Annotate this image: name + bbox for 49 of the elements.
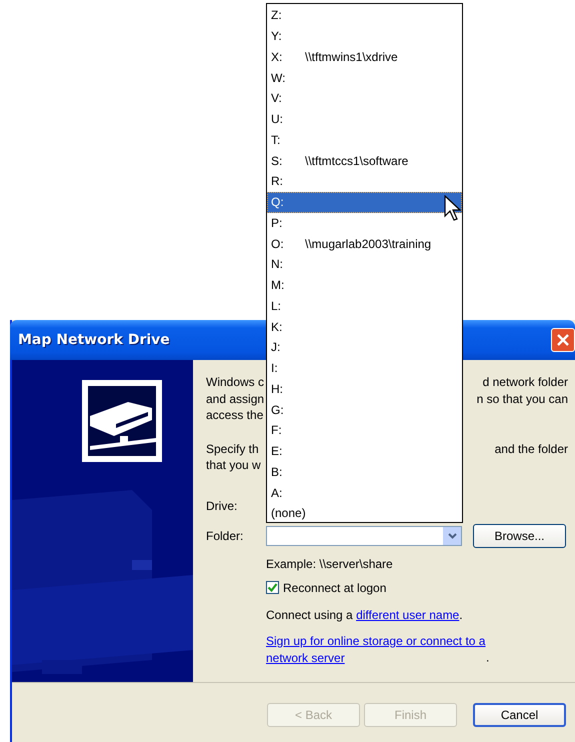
drive-option[interactable]: N: (267, 254, 462, 275)
instruction-text: that you w (206, 457, 261, 474)
drive-option[interactable]: Z: (267, 5, 462, 26)
instruction-text: n so that you can (476, 390, 568, 407)
folder-field[interactable] (266, 526, 462, 546)
example-text: Example: \\server\share (266, 556, 394, 570)
reconnect-label[interactable]: Reconnect at logon (283, 580, 386, 594)
instruction-text: Windows c (206, 374, 264, 390)
drive-option[interactable]: G: (267, 399, 462, 420)
close-button[interactable] (551, 328, 575, 352)
drive-option[interactable]: W: (267, 67, 462, 88)
instruction-text: d network folder (482, 374, 568, 390)
connect-using-text: Connect using a different user name. (266, 606, 464, 623)
drive-option[interactable]: R: (267, 171, 462, 192)
wizard-button[interactable]: Cancel (473, 703, 566, 727)
drive-option[interactable]: F: (267, 420, 462, 441)
drive-option[interactable]: S: \\tftmtccs1\software (267, 150, 462, 171)
window-title: Map Network Drive (18, 332, 170, 348)
instruction-text: Specify th (206, 440, 259, 457)
reconnect-checkbox[interactable] (266, 581, 279, 594)
close-icon (556, 333, 570, 347)
signup-text: Sign up for online storage or connect to a network server . (266, 633, 490, 666)
browse-button[interactable]: Browse... (473, 524, 566, 548)
drive-option[interactable]: Y: (267, 26, 462, 46)
network-drive-icon (82, 380, 162, 462)
drive-option[interactable]: M: (267, 274, 462, 296)
drive-option[interactable]: (none) (267, 503, 462, 524)
instruction-text: access the (206, 407, 264, 424)
drive-option[interactable]: J: (267, 337, 462, 358)
user-name-link[interactable]: different user name (356, 608, 460, 622)
drive-option[interactable]: Q: (267, 192, 462, 212)
drive-option[interactable]: P: (267, 212, 462, 234)
drive-option[interactable]: O: \\mugarlab2003\training (267, 233, 462, 254)
drive-label: Drive: (206, 498, 238, 512)
drive-option[interactable]: A: (267, 482, 462, 503)
drive-option[interactable]: T: (267, 130, 462, 150)
drive-option[interactable]: B: (267, 462, 462, 482)
drive-option[interactable]: I: (267, 358, 462, 378)
drive-option[interactable]: V: (267, 88, 462, 109)
signup-link[interactable]: Sign up for online storage or connect to a network server (266, 633, 486, 666)
drive-option[interactable]: X: \\tftmwins1\xdrive (267, 46, 462, 68)
drive-option[interactable]: H: (267, 378, 462, 400)
drive-option[interactable]: L: (267, 296, 462, 316)
instruction-text: and assign (206, 390, 264, 407)
drive-option[interactable]: U: (267, 108, 462, 130)
folder-label: Folder: (206, 528, 244, 542)
drive-option[interactable]: K: (267, 316, 462, 337)
instruction-text: and the folder (494, 440, 568, 457)
drive-option[interactable]: E: (267, 440, 462, 462)
